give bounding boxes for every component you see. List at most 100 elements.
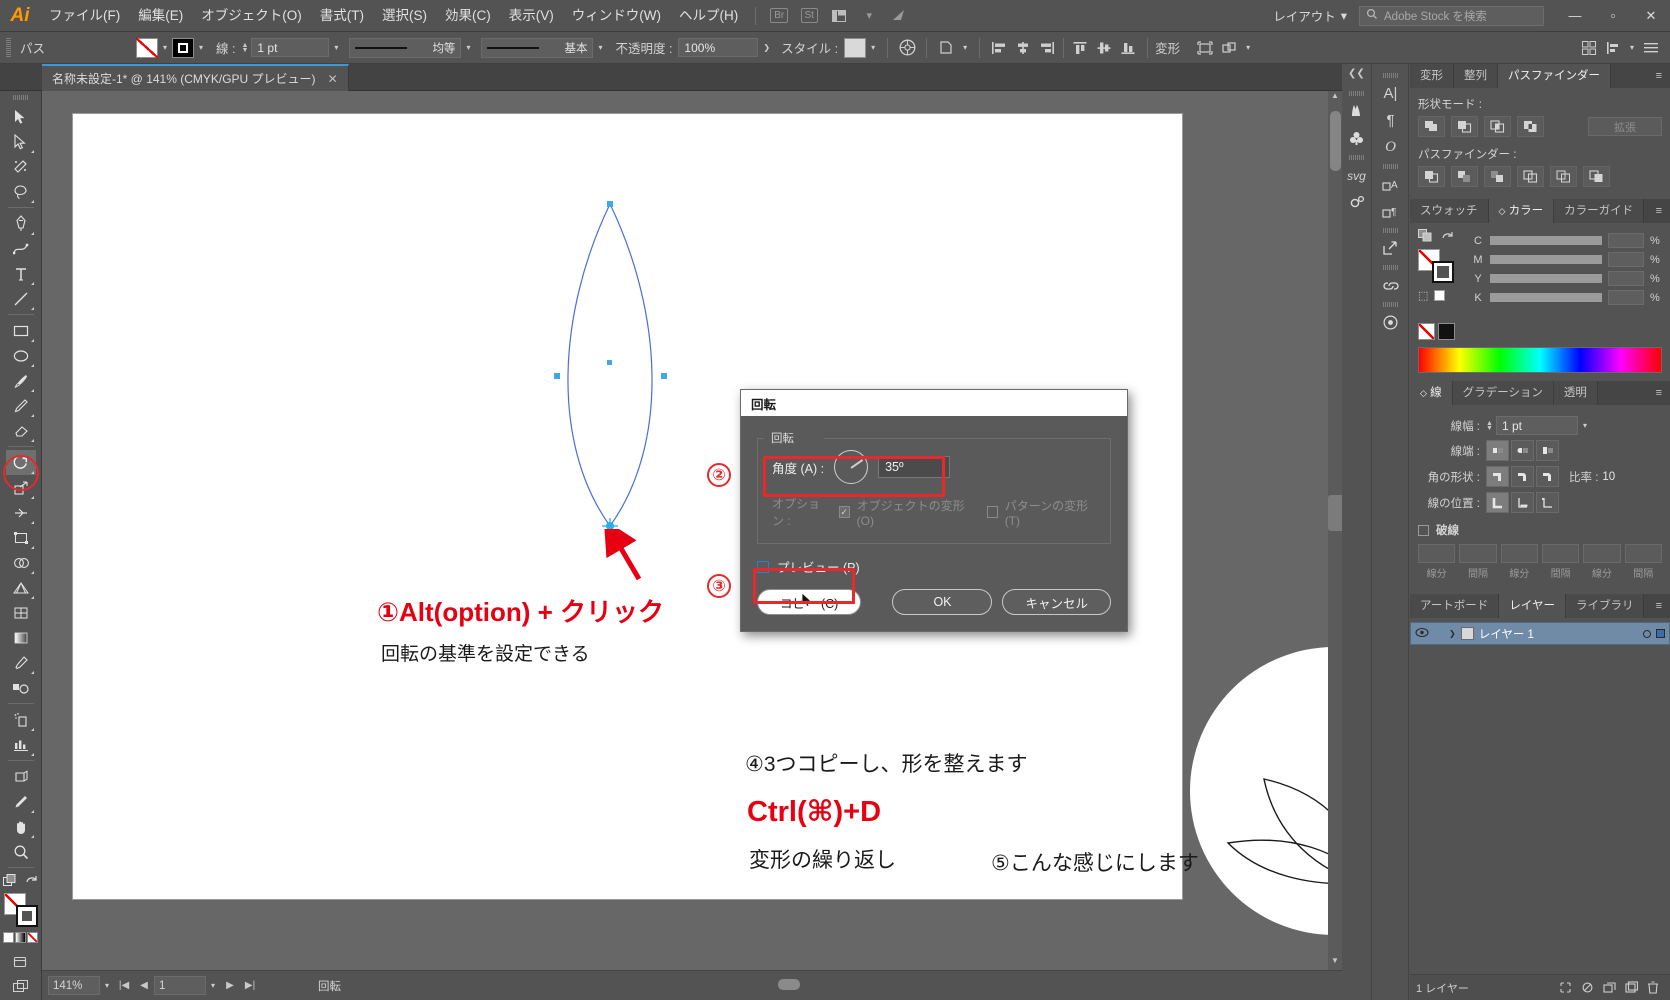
ellipse-tool[interactable] xyxy=(6,343,36,368)
chevron-down-icon[interactable]: ▾ xyxy=(158,43,172,52)
align-center-stroke-button[interactable] xyxy=(1486,492,1509,513)
selection-indicator[interactable] xyxy=(1656,629,1665,638)
gradient-tool[interactable] xyxy=(6,625,36,650)
channel-input-k[interactable] xyxy=(1608,290,1644,305)
layer-row[interactable]: ❯ レイヤー 1 xyxy=(1410,622,1670,645)
workspace-switcher[interactable]: レイアウト ▾ xyxy=(1267,6,1353,25)
preview-checkbox[interactable] xyxy=(757,560,769,573)
miter-ratio-value[interactable]: 10 xyxy=(1602,471,1615,483)
color-button[interactable] xyxy=(3,932,14,943)
stroke-swatch[interactable] xyxy=(15,905,38,927)
menu-type[interactable]: 書式(T) xyxy=(311,0,373,32)
change-screen-mode-icon[interactable] xyxy=(6,974,36,999)
color-fill-stroke-swatches[interactable] xyxy=(1418,249,1454,283)
type-tool[interactable] xyxy=(6,261,36,286)
symbol-sprayer-tool[interactable] xyxy=(6,707,36,732)
arrange-documents-icon[interactable] xyxy=(827,5,851,27)
tab-align[interactable]: 整列 xyxy=(1454,64,1498,88)
tab-gradient[interactable]: グラデーション xyxy=(1452,381,1554,405)
rectangle-tool[interactable] xyxy=(6,318,36,343)
fill-stroke-indicator[interactable] xyxy=(3,893,38,927)
align-right-icon[interactable] xyxy=(1036,37,1058,59)
chevron-down-icon[interactable]: ▾ xyxy=(593,43,607,52)
tab-libraries[interactable]: ライブラリ xyxy=(1565,594,1645,618)
brush-definition-select[interactable]: 基本 xyxy=(481,37,594,58)
shape-builder-tool[interactable] xyxy=(6,550,36,575)
dashed-line-checkbox[interactable] xyxy=(1418,524,1429,536)
chevron-down-icon[interactable]: ▾ xyxy=(857,5,881,27)
white-swatch[interactable] xyxy=(1434,290,1446,301)
align-center-horizontal-icon[interactable] xyxy=(1012,37,1034,59)
actions-panel-icon[interactable] xyxy=(1343,189,1371,216)
menu-window[interactable]: ウィンドウ(W) xyxy=(563,0,670,32)
miter-join-button[interactable] xyxy=(1486,466,1509,487)
round-cap-button[interactable] xyxy=(1511,440,1534,461)
menu-edit[interactable]: 編集(E) xyxy=(129,0,192,32)
tab-transparency[interactable]: 透明 xyxy=(1553,381,1598,405)
character-styles-panel-icon[interactable]: A xyxy=(1377,171,1405,198)
swap-colors-icon[interactable] xyxy=(1441,230,1454,245)
width-tool[interactable] xyxy=(6,500,36,525)
chevron-down-icon[interactable]: ▾ xyxy=(1241,43,1255,52)
bridge-icon[interactable]: Br xyxy=(767,5,791,27)
channel-slider-c[interactable] xyxy=(1490,236,1602,245)
intersect-button[interactable] xyxy=(1484,116,1511,137)
eraser-tool[interactable] xyxy=(6,418,36,443)
minus-back-button[interactable] xyxy=(1583,166,1610,187)
slice-tool[interactable] xyxy=(6,789,36,814)
menu-select[interactable]: 選択(S) xyxy=(373,0,436,32)
lasso-tool[interactable] xyxy=(6,179,36,204)
hscroll-thumb[interactable] xyxy=(778,979,800,990)
dash-input-1[interactable] xyxy=(1418,544,1456,563)
tab-layers[interactable]: レイヤー xyxy=(1499,594,1566,618)
panel-group-grip[interactable] xyxy=(1382,164,1399,169)
tab-color-guide[interactable]: カラーガイド xyxy=(1554,199,1645,223)
gap-input-1[interactable] xyxy=(1459,544,1497,563)
pencil-tool[interactable] xyxy=(6,393,36,418)
perspective-grid-tool[interactable] xyxy=(6,575,36,600)
symbols-panel-icon[interactable] xyxy=(1343,125,1371,152)
divide-button[interactable] xyxy=(1418,166,1445,187)
panel-group-grip[interactable] xyxy=(1348,91,1365,96)
channel-slider-y[interactable] xyxy=(1490,274,1602,283)
scroll-down-icon[interactable]: ▼ xyxy=(1328,956,1342,970)
stroke-weight-input[interactable]: 1 pt xyxy=(251,38,330,57)
artboard-tool[interactable] xyxy=(6,764,36,789)
none-indicator-icon[interactable]: ⬚ xyxy=(1418,289,1428,302)
isolate-selected-icon[interactable] xyxy=(1194,37,1216,59)
panel-group-grip[interactable] xyxy=(1382,265,1399,270)
canvas-area[interactable]: ①Alt(option) + クリック 回転の基準を設定できる ④3つコピーし、… xyxy=(42,91,1478,970)
svg-interactivity-panel-icon[interactable]: svg xyxy=(1343,162,1371,189)
blend-tool[interactable] xyxy=(6,675,36,700)
screen-mode-icon[interactable] xyxy=(6,949,36,974)
chevron-down-icon[interactable]: ▾ xyxy=(1625,43,1639,52)
edit-toolbar-icon[interactable] xyxy=(2,871,18,889)
menu-view[interactable]: 表示(V) xyxy=(500,0,563,32)
character-panel-icon[interactable]: A| xyxy=(1377,80,1405,107)
align-center-vertical-icon[interactable] xyxy=(1093,37,1115,59)
direct-selection-tool[interactable] xyxy=(6,129,36,154)
crop-button[interactable] xyxy=(1517,166,1544,187)
ok-button[interactable]: OK xyxy=(892,589,993,615)
menu-effect[interactable]: 効果(C) xyxy=(436,0,500,32)
none-button[interactable] xyxy=(27,932,38,943)
fill-stroke-toggle-icon[interactable] xyxy=(1418,229,1433,245)
chevron-down-icon[interactable]: ▾ xyxy=(100,981,114,990)
tab-artboards[interactable]: アートボード xyxy=(1410,594,1500,618)
panel-menu-icon[interactable] xyxy=(1640,37,1662,59)
transform-objects-checkbox[interactable]: ✓ xyxy=(838,506,850,518)
swap-fill-stroke-icon[interactable] xyxy=(23,871,39,889)
stroke-profile-select[interactable]: 均等 xyxy=(349,37,462,58)
stroke-weight-stepper[interactable]: ▲ ▼ xyxy=(1486,420,1493,432)
stroke-weight-stepper[interactable]: ▲ ▼ xyxy=(241,42,248,54)
gradient-button[interactable] xyxy=(15,932,26,943)
color-spectrum-bar[interactable] xyxy=(1418,347,1662,373)
target-circle-icon[interactable] xyxy=(1643,629,1651,638)
align-outside-stroke-button[interactable] xyxy=(1536,492,1559,513)
gap-input-2[interactable] xyxy=(1541,544,1580,563)
minus-front-button[interactable] xyxy=(1451,116,1478,137)
prev-artboard-icon[interactable]: ◀ xyxy=(134,976,154,996)
opacity-input[interactable]: 100% xyxy=(678,38,759,57)
chevron-down-icon[interactable]: ▾ xyxy=(461,43,475,52)
group-isolation-icon[interactable] xyxy=(1218,37,1240,59)
